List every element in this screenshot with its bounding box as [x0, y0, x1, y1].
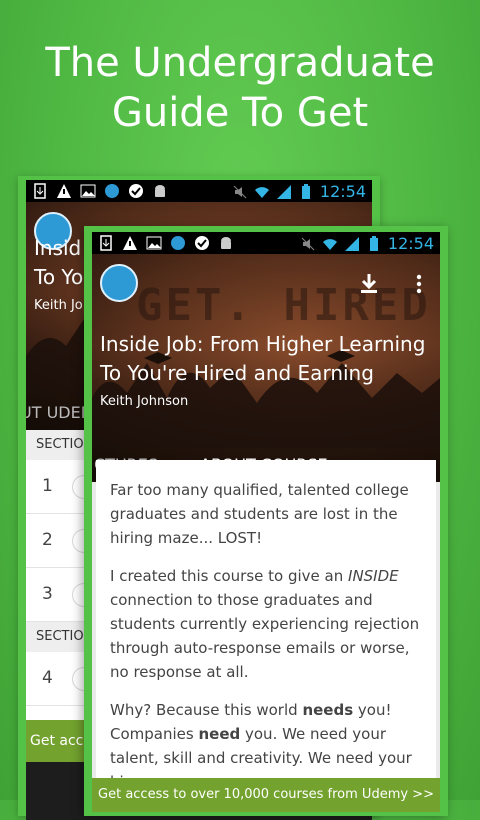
signal-icon: [344, 236, 359, 251]
bold-text: need: [198, 725, 241, 743]
lecture-number: 4: [42, 668, 53, 688]
status-bar: 12:54: [92, 232, 440, 254]
course-author: Keith Johnson: [100, 394, 189, 409]
warning-icon: [123, 236, 137, 250]
course-hero: GET. HIRED. NOW. Inside Job: From Higher…: [92, 254, 440, 482]
text-span: I created this course to give an: [110, 567, 349, 585]
overflow-menu-icon[interactable]: [416, 274, 422, 294]
check-icon: [129, 184, 143, 198]
globe-icon: [171, 236, 185, 250]
gallery-icon: [80, 184, 96, 198]
check-icon: [195, 236, 209, 250]
course-title: Inside Job: From Higher Learning To You'…: [100, 330, 425, 388]
get-access-banner[interactable]: Get access to over 10,000 courses from U…: [92, 778, 440, 812]
status-clock: 12:54: [319, 182, 366, 201]
globe-icon: [105, 184, 119, 198]
course-title-line-1: Inside Job: From Higher Learning: [100, 332, 426, 356]
course-title: Insid To Yo: [34, 234, 83, 292]
udemy-logo-icon[interactable]: [100, 264, 138, 302]
front-phone-screenshot: 12:54 GET. HIRED. NOW. Inside Job: From …: [84, 226, 448, 816]
emphasis-text: INSIDE: [348, 567, 399, 585]
description-paragraph: Far too many qualified, talented college…: [110, 481, 409, 547]
bold-text: needs: [302, 701, 354, 719]
wifi-icon: [254, 186, 269, 198]
description-paragraph: I created this course to give an INSIDE …: [110, 564, 424, 684]
course-description-card: Far too many qualified, talented college…: [96, 460, 436, 812]
status-clock: 12:54: [387, 234, 434, 253]
lecture-number: 3: [42, 584, 53, 604]
mute-icon: [301, 237, 315, 250]
text-span: Why? Because this world: [110, 701, 303, 719]
battery-icon: [369, 235, 378, 251]
mute-icon: [233, 185, 247, 198]
course-title-line-2: To You're Hired and Earning: [100, 361, 374, 385]
front-phone-screen: 12:54 GET. HIRED. NOW. Inside Job: From …: [92, 232, 440, 812]
lecture-number: 2: [42, 530, 53, 550]
gallery-icon: [146, 236, 162, 250]
course-title-line-1: Insid: [34, 236, 82, 260]
course-title-line-2: To Yo: [34, 265, 84, 289]
android-icon: [155, 185, 165, 197]
text-span: connection to those graduates and studen…: [110, 591, 420, 681]
lecture-number: 1: [42, 476, 53, 496]
promo-headline: The Undergraduate Guide To Get: [0, 38, 480, 138]
headline-line-2: Guide To Get: [111, 90, 369, 136]
wifi-icon: [322, 238, 337, 250]
hero-banner-text: GET. HIRED. NOW.: [136, 280, 440, 331]
download-notification-icon: [34, 183, 46, 199]
warning-icon: [57, 184, 71, 198]
headline-line-1: The Undergraduate: [45, 40, 435, 86]
signal-icon: [276, 184, 291, 199]
download-notification-icon: [100, 235, 112, 251]
status-bar: 12:54: [26, 180, 372, 202]
download-icon[interactable]: [358, 272, 380, 294]
android-icon: [221, 237, 231, 249]
battery-icon: [301, 183, 310, 199]
course-author: Keith Jo: [34, 298, 83, 313]
